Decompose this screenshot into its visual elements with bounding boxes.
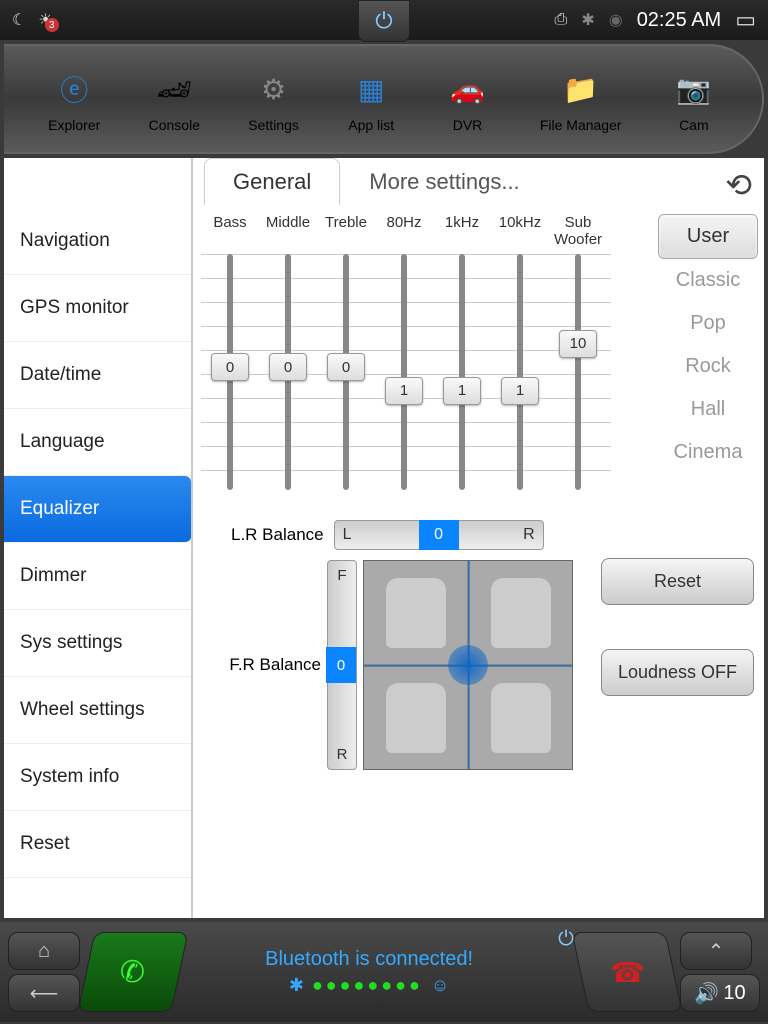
eq-thumb-2[interactable]: 0 xyxy=(327,353,365,381)
dock-applist[interactable]: ▦App list xyxy=(347,65,395,133)
connection-dots: ●●●●●●●● xyxy=(312,975,423,996)
sidebar-item-equalizer[interactable]: Equalizer xyxy=(4,476,191,543)
fr-balance-slider[interactable]: F R 0 xyxy=(327,560,357,770)
wifi-icon: ◉ xyxy=(609,10,623,30)
tabs: General More settings... xyxy=(204,158,549,205)
eq-thumb-6[interactable]: 10 xyxy=(559,330,597,358)
eq-presets: UserClassicPopRockHallCinema xyxy=(658,214,758,474)
eq-label-6: Sub Woofer xyxy=(549,214,607,248)
nav-back-button[interactable]: ⟵ xyxy=(8,974,80,1012)
settings-sidebar: NavigationGPS monitorDate/timeLanguageEq… xyxy=(4,158,192,918)
home-icon: ⌂ xyxy=(38,940,50,963)
status-bar: ☾ ☀3 ⏻ ⎙ ✱ ◉ 02:25 AM ▭ xyxy=(0,0,768,40)
eq-sliders: 00011110 xyxy=(201,254,611,490)
eq-slider-1[interactable]: 0 xyxy=(259,254,317,490)
sidebar-item-sys-settings[interactable]: Sys settings xyxy=(4,610,191,677)
speaker-icon: 🔊 xyxy=(694,981,719,1006)
dock-settings[interactable]: ⚙Settings xyxy=(248,65,299,133)
eq-label-0: Bass xyxy=(201,214,259,248)
seat-fr xyxy=(469,561,572,664)
eq-slider-3[interactable]: 1 xyxy=(375,254,433,490)
preset-rock[interactable]: Rock xyxy=(658,345,758,388)
back-arrow-icon: ⟵ xyxy=(30,981,59,1006)
preset-classic[interactable]: Classic xyxy=(658,259,758,302)
sidebar-item-navigation[interactable]: Navigation xyxy=(4,208,191,275)
eq-label-2: Treble xyxy=(317,214,375,248)
eq-thumb-1[interactable]: 0 xyxy=(269,353,307,381)
main-panel: ⟲ General More settings... NavigationGPS… xyxy=(4,158,764,918)
sidebar-item-language[interactable]: Language xyxy=(4,409,191,476)
sidebar-item-gps-monitor[interactable]: GPS monitor xyxy=(4,275,191,342)
power-icon-bottom[interactable]: ⏻ xyxy=(558,928,574,950)
eq-label-1: Middle xyxy=(259,214,317,248)
eq-slider-6[interactable]: 10 xyxy=(549,254,607,490)
eq-label-4: 1kHz xyxy=(433,214,491,248)
eq-slider-4[interactable]: 1 xyxy=(433,254,491,490)
tab-general[interactable]: General xyxy=(204,158,340,205)
eq-thumb-4[interactable]: 1 xyxy=(443,377,481,405)
moon-icon: ☾ xyxy=(12,10,26,30)
call-hangup-button[interactable]: ☎ xyxy=(571,932,682,1012)
battery-icon: ▭ xyxy=(735,7,756,33)
sidebar-item-system-info[interactable]: System info xyxy=(4,744,191,811)
dock-cam[interactable]: 📷Cam xyxy=(670,65,718,133)
home-button[interactable]: ⌂ xyxy=(8,932,80,970)
power-button-top[interactable]: ⏻ xyxy=(358,0,410,42)
dock-console[interactable]: 🏎Console xyxy=(149,65,200,133)
eq-thumb-3[interactable]: 1 xyxy=(385,377,423,405)
eq-slider-5[interactable]: 1 xyxy=(491,254,549,490)
power-icon: ⏻ xyxy=(375,8,392,34)
tab-more[interactable]: More settings... xyxy=(340,158,548,205)
bottom-bar: ⌂ ⟵ ✆ Bluetooth is connected! ✱ ●●●●●●●●… xyxy=(0,922,768,1022)
up-button[interactable]: ⌃ xyxy=(680,932,752,970)
eq-label-5: 10kHz xyxy=(491,214,549,248)
sidebar-item-dimmer[interactable]: Dimmer xyxy=(4,543,191,610)
reset-button[interactable]: Reset xyxy=(601,558,754,605)
balance-point[interactable] xyxy=(448,645,488,685)
sidebar-item-date-time[interactable]: Date/time xyxy=(4,342,191,409)
eq-slider-2[interactable]: 0 xyxy=(317,254,375,490)
preset-pop[interactable]: Pop xyxy=(658,302,758,345)
loudness-button[interactable]: Loudness OFF xyxy=(601,649,754,696)
bluetooth-status: Bluetooth is connected! ✱ ●●●●●●●● ☺ xyxy=(186,948,552,996)
bluetooth-icon: ✱ xyxy=(581,10,594,30)
dock-dvr[interactable]: 🚗DVR xyxy=(444,65,492,133)
dock-filemanager[interactable]: 📁File Manager xyxy=(540,65,622,133)
preset-hall[interactable]: Hall xyxy=(658,388,758,431)
seat-fl xyxy=(364,561,467,664)
lr-balance-label: L.R Balance xyxy=(231,525,324,545)
eq-thumb-0[interactable]: 0 xyxy=(211,353,249,381)
lr-balance-slider[interactable]: L R 0 xyxy=(334,520,544,550)
eq-slider-0[interactable]: 0 xyxy=(201,254,259,490)
equalizer-panel: BassMiddleTreble80Hz1kHz10kHzSub Woofer … xyxy=(192,158,764,918)
brightness-icon: ☀3 xyxy=(38,10,52,30)
smile-icon: ☺ xyxy=(431,975,449,996)
fr-balance-label: F.R Balance xyxy=(221,655,321,675)
volume-button[interactable]: 🔊10 xyxy=(680,974,760,1012)
seat-rl xyxy=(364,666,467,769)
preset-user[interactable]: User xyxy=(658,214,758,259)
seat-rr xyxy=(469,666,572,769)
eq-thumb-5[interactable]: 1 xyxy=(501,377,539,405)
hangup-icon: ☎ xyxy=(610,956,645,989)
chevron-up-icon: ⌃ xyxy=(708,939,725,964)
call-answer-button[interactable]: ✆ xyxy=(77,932,188,1012)
lr-balance-thumb[interactable]: 0 xyxy=(419,520,459,550)
preset-cinema[interactable]: Cinema xyxy=(658,431,758,474)
sidebar-item-reset[interactable]: Reset xyxy=(4,811,191,878)
usb-icon: ⎙ xyxy=(555,11,568,29)
phone-icon: ✆ xyxy=(120,955,145,990)
dock-explorer[interactable]: ⓔExplorer xyxy=(48,65,100,133)
sidebar-item-wheel-settings[interactable]: Wheel settings xyxy=(4,677,191,744)
bt-icon: ✱ xyxy=(289,975,304,996)
seat-balance-diagram[interactable] xyxy=(363,560,573,770)
eq-label-3: 80Hz xyxy=(375,214,433,248)
clock: 02:25 AM xyxy=(637,9,722,32)
fr-balance-thumb[interactable]: 0 xyxy=(326,647,356,683)
app-dock: ⓔExplorer 🏎Console ⚙Settings ▦App list 🚗… xyxy=(4,44,764,154)
